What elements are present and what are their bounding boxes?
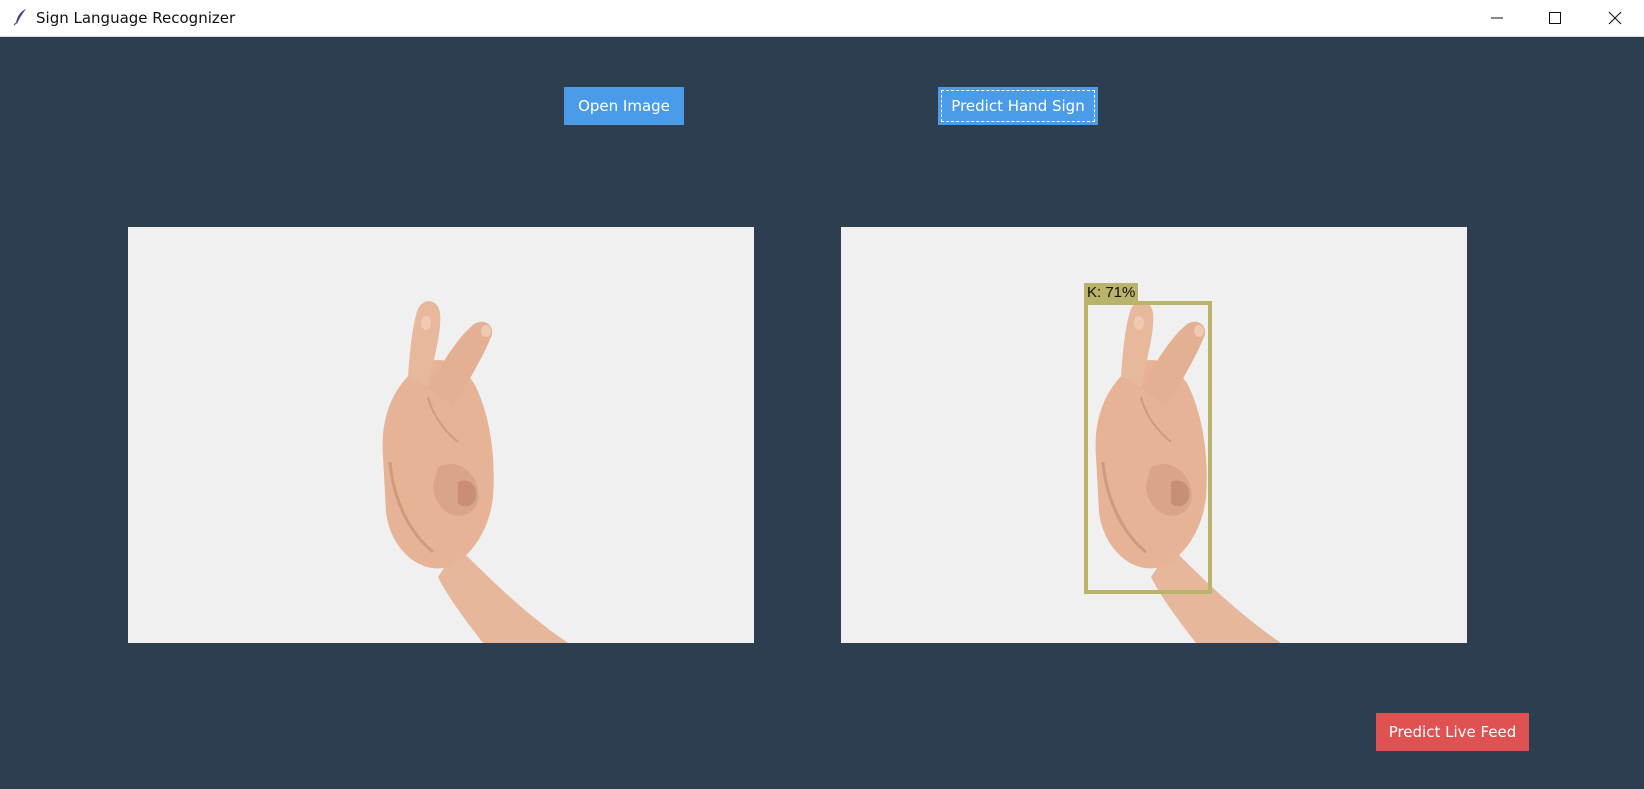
detection-label: K: 71% xyxy=(1084,283,1139,303)
input-image-panel xyxy=(128,227,754,643)
maximize-button[interactable] xyxy=(1526,0,1584,36)
title-bar: Sign Language Recognizer xyxy=(0,0,1644,37)
close-icon xyxy=(1608,11,1622,25)
window-title: Sign Language Recognizer xyxy=(36,9,236,27)
hand-sign-image xyxy=(382,301,568,643)
feather-icon xyxy=(13,9,26,26)
predict-hand-sign-button[interactable]: Predict Hand Sign xyxy=(938,87,1098,125)
maximize-icon xyxy=(1549,12,1561,24)
app-window: Sign Language Recognizer Open Image Pred… xyxy=(0,0,1644,789)
predict-live-feed-button[interactable]: Predict Live Feed xyxy=(1376,713,1529,751)
predict-hand-sign-label: Predict Hand Sign xyxy=(951,97,1085,115)
open-image-button[interactable]: Open Image xyxy=(564,87,684,125)
minimize-icon xyxy=(1491,17,1503,19)
close-button[interactable] xyxy=(1586,0,1644,36)
prediction-output-panel: K: 71% xyxy=(841,227,1467,643)
minimize-button[interactable] xyxy=(1468,0,1526,36)
detection-bounding-box xyxy=(1084,301,1212,594)
